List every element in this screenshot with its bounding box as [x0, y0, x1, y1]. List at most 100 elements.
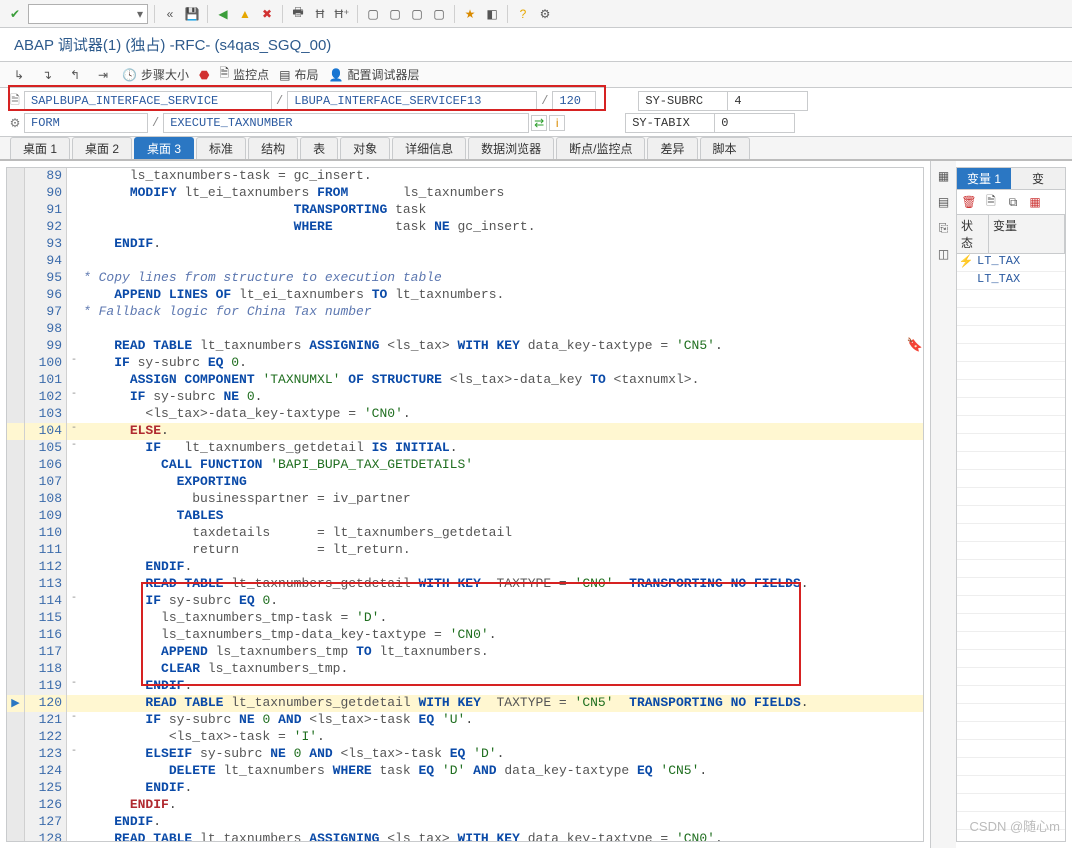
code-line[interactable]: businesspartner = iv_partner	[81, 491, 923, 508]
toggle-4-icon[interactable]: ◫	[935, 245, 953, 263]
fold-gutter[interactable]	[67, 372, 81, 389]
fold-gutter[interactable]	[67, 338, 81, 355]
page-icon[interactable]: ▢	[386, 5, 404, 23]
code-line[interactable]: ENDIF.	[81, 780, 923, 797]
shortcut-icon[interactable]: ◧	[483, 5, 501, 23]
watchpoint-item[interactable]: 🗎 监控点	[219, 64, 269, 85]
code-line[interactable]: CALL FUNCTION 'BAPI_BUPA_TAX_GETDETAILS'	[81, 457, 923, 474]
tab-6[interactable]: 对象	[340, 137, 390, 159]
breakpoint-gutter[interactable]	[7, 202, 25, 219]
variable-row-empty[interactable]	[957, 578, 1065, 596]
variable-row-empty[interactable]	[957, 506, 1065, 524]
config-item[interactable]: 👤 配置调试器层	[328, 66, 419, 83]
breakpoint-gutter[interactable]	[7, 253, 25, 270]
variable-row-empty[interactable]	[957, 362, 1065, 380]
breakpoint-gutter[interactable]	[7, 304, 25, 321]
variable-row-empty[interactable]	[957, 290, 1065, 308]
code-line[interactable]	[81, 253, 923, 270]
breakpoint-gutter[interactable]	[7, 678, 25, 695]
code-line[interactable]: ENDIF.	[81, 814, 923, 831]
variable-row-empty[interactable]	[957, 650, 1065, 668]
fold-gutter[interactable]: -	[67, 593, 81, 610]
tab-1[interactable]: 桌面 2	[72, 137, 132, 159]
step-over-icon[interactable]: ↴	[38, 66, 56, 84]
fold-gutter[interactable]: -	[67, 678, 81, 695]
cancel-icon[interactable]: ✖	[258, 5, 276, 23]
var-tree-icon[interactable]: ⧉	[1004, 193, 1022, 211]
fold-gutter[interactable]	[67, 729, 81, 746]
breakpoint-gutter[interactable]	[7, 627, 25, 644]
up-icon[interactable]: ▲	[236, 5, 254, 23]
layout-item[interactable]: ▤ 布局	[279, 66, 318, 83]
variable-row[interactable]: LT_TAX	[957, 272, 1065, 290]
code-line[interactable]: return = lt_return.	[81, 542, 923, 559]
fold-gutter[interactable]	[67, 253, 81, 270]
code-line[interactable]: READ TABLE lt_taxnumbers_getdetail WITH …	[81, 695, 923, 712]
breakpoint-gutter[interactable]	[7, 797, 25, 814]
breakpoint-gutter[interactable]	[7, 219, 25, 236]
tab-8[interactable]: 数据浏览器	[468, 137, 554, 159]
variable-row-empty[interactable]	[957, 326, 1065, 344]
line-field[interactable]: 120	[552, 91, 596, 111]
variable-row-empty[interactable]	[957, 632, 1065, 650]
fold-gutter[interactable]	[67, 780, 81, 797]
page3-icon[interactable]: ▢	[430, 5, 448, 23]
variable-row-empty[interactable]	[957, 794, 1065, 812]
command-field[interactable]: ▾	[28, 4, 148, 24]
fold-gutter[interactable]	[67, 627, 81, 644]
code-line[interactable]: APPEND LINES OF lt_ei_taxnumbers TO lt_t…	[81, 287, 923, 304]
breakpoint-gutter[interactable]	[7, 593, 25, 610]
var-delete-icon[interactable]: 🗑	[960, 193, 978, 211]
variable-row-empty[interactable]	[957, 722, 1065, 740]
variable-row-empty[interactable]	[957, 308, 1065, 326]
code-line[interactable]: EXPORTING	[81, 474, 923, 491]
page2-icon[interactable]: ▢	[408, 5, 426, 23]
breakpoint-gutter[interactable]	[7, 287, 25, 304]
fold-gutter[interactable]	[67, 321, 81, 338]
fold-gutter[interactable]	[67, 287, 81, 304]
fold-gutter[interactable]	[67, 763, 81, 780]
event-name-field[interactable]: EXECUTE_TAXNUMBER	[163, 113, 529, 133]
breakpoint-gutter[interactable]	[7, 712, 25, 729]
code-line[interactable]: <ls_tax>-task = 'I'.	[81, 729, 923, 746]
code-line[interactable]	[81, 321, 923, 338]
breakpoint-gutter[interactable]	[7, 440, 25, 457]
breakpoint-gutter[interactable]	[7, 457, 25, 474]
fold-gutter[interactable]: -	[67, 440, 81, 457]
code-line[interactable]: READ TABLE lt_taxnumbers_getdetail WITH …	[81, 576, 923, 593]
breakpoint-gutter[interactable]	[7, 270, 25, 287]
fold-gutter[interactable]	[67, 219, 81, 236]
fold-gutter[interactable]	[67, 661, 81, 678]
find-next-icon[interactable]: Ħ⁺	[333, 5, 351, 23]
breakpoint-gutter[interactable]	[7, 321, 25, 338]
fold-gutter[interactable]: -	[67, 423, 81, 440]
fold-gutter[interactable]	[67, 508, 81, 525]
step-into-icon[interactable]: ↳	[10, 66, 28, 84]
breakpoint-gutter[interactable]	[7, 814, 25, 831]
code-line[interactable]: MODIFY lt_ei_taxnumbers FROM ls_taxnumbe…	[81, 185, 923, 202]
variable-row-empty[interactable]	[957, 452, 1065, 470]
variable-row-empty[interactable]	[957, 704, 1065, 722]
code-line[interactable]: <ls_tax>-data_key-taxtype = 'CN0'.	[81, 406, 923, 423]
favorite-icon[interactable]: ★	[461, 5, 479, 23]
code-scroll[interactable]: 89 ls_taxnumbers-task = gc_insert.90 MOD…	[7, 168, 923, 841]
stop-item[interactable]: ⬣	[199, 68, 209, 82]
tab-3[interactable]: 标准	[196, 137, 246, 159]
tab-4[interactable]: 结构	[248, 137, 298, 159]
fold-gutter[interactable]	[67, 797, 81, 814]
fold-gutter[interactable]	[67, 236, 81, 253]
breakpoint-gutter[interactable]	[7, 559, 25, 576]
code-line[interactable]: ASSIGN COMPONENT 'TAXNUMXL' OF STRUCTURE…	[81, 372, 923, 389]
var-table-icon[interactable]: ▦	[1026, 193, 1044, 211]
fold-gutter[interactable]	[67, 491, 81, 508]
code-line[interactable]: ENDIF.	[81, 236, 923, 253]
code-line[interactable]: TABLES	[81, 508, 923, 525]
ok-icon[interactable]: ✔	[6, 5, 24, 23]
back-icon[interactable]: ◀	[214, 5, 232, 23]
fold-gutter[interactable]: -	[67, 355, 81, 372]
fold-gutter[interactable]: -	[67, 746, 81, 763]
variable-row-empty[interactable]	[957, 614, 1065, 632]
tab-0[interactable]: 桌面 1	[10, 137, 70, 159]
fold-gutter[interactable]	[67, 474, 81, 491]
tab-2[interactable]: 桌面 3	[134, 137, 194, 159]
